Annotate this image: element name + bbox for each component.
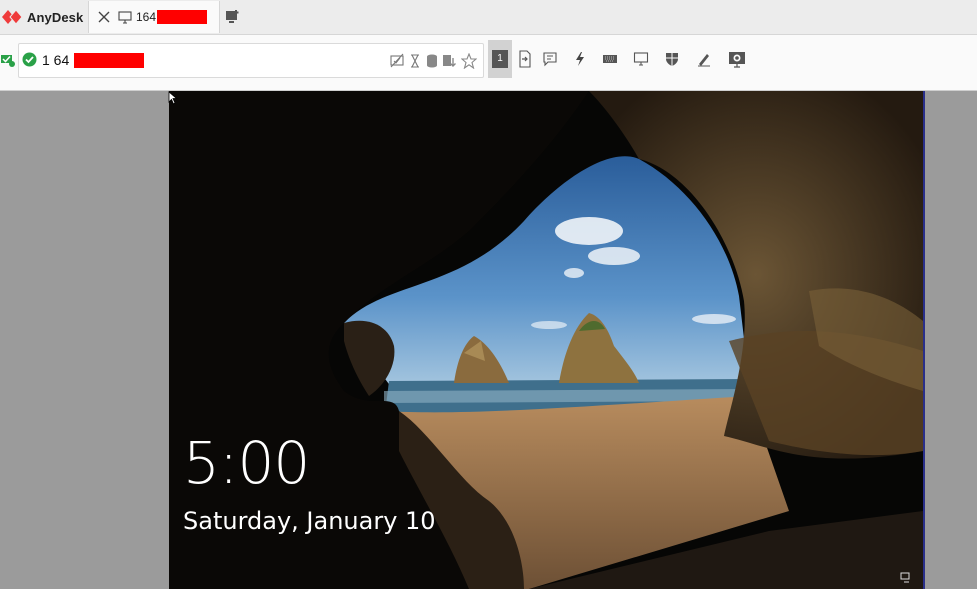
tab-bar: AnyDesk 164	[0, 0, 977, 35]
address-text: 1 64	[42, 52, 70, 68]
lockscreen-time: 5:00	[183, 429, 310, 497]
redaction-bar	[74, 53, 144, 68]
check-circle-icon	[22, 52, 37, 67]
file-transfer-icon[interactable]	[515, 49, 535, 69]
chat-icon[interactable]	[540, 49, 560, 69]
download-icon[interactable]	[441, 53, 457, 69]
tab-label: 164	[136, 10, 157, 24]
connection-status-icon	[0, 52, 16, 68]
close-icon[interactable]	[96, 9, 112, 25]
favorite-star-icon[interactable]	[460, 52, 478, 70]
mouse-cursor-icon	[168, 91, 178, 105]
new-connection-icon[interactable]	[224, 8, 242, 26]
redaction-bar	[157, 10, 208, 24]
database-icon[interactable]	[424, 53, 440, 69]
anydesk-logo[interactable]: AnyDesk	[0, 0, 86, 34]
monitor-select-button[interactable]: 1	[488, 40, 512, 78]
address-bar[interactable]: 1 64	[18, 43, 484, 78]
remote-screen[interactable]: 5:00 Saturday, January 10	[169, 91, 925, 589]
whiteboard-pen-icon[interactable]	[694, 49, 714, 69]
remote-viewport[interactable]: 5:00 Saturday, January 10	[0, 91, 977, 589]
session-toolbar: 1 64 1	[0, 35, 977, 91]
display-icon[interactable]	[631, 49, 651, 69]
actions-lightning-icon[interactable]	[570, 49, 590, 69]
lockscreen-date: Saturday, January 10	[183, 507, 436, 535]
ease-of-access-icon[interactable]	[900, 571, 912, 583]
monitor-number: 1	[492, 50, 508, 68]
monitor-icon	[118, 10, 132, 24]
anydesk-logo-icon	[2, 9, 23, 25]
privacy-icon[interactable]	[389, 53, 405, 69]
permissions-shield-icon[interactable]	[662, 49, 682, 69]
keyboard-icon[interactable]	[600, 49, 620, 69]
hourglass-icon[interactable]	[407, 53, 423, 69]
record-icon[interactable]	[727, 49, 747, 69]
session-tab[interactable]: 164	[88, 1, 220, 33]
brand-name: AnyDesk	[27, 9, 84, 25]
